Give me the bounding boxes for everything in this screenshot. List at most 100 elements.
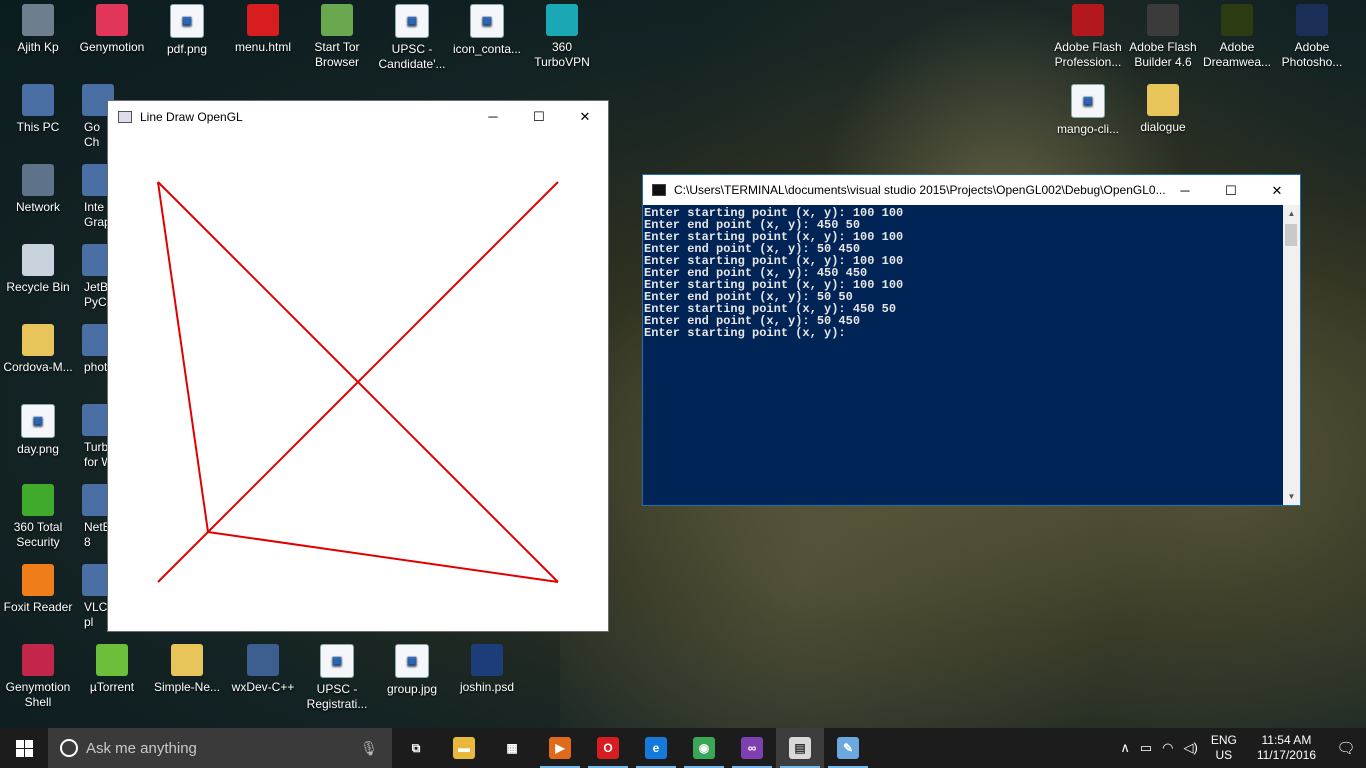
network-icon (22, 164, 54, 196)
opengl-titlebar[interactable]: Line Draw OpenGL ─ ☐ ✕ (108, 101, 608, 132)
desktop-icon[interactable]: Genymotion (74, 4, 150, 55)
taskbar: Ask me anything 🎙 ⧉ ▬ ▦ ▶ Oe ◉ ∞ ▤ ✎ ∧ ▭ ◠ ◁) EN… (0, 728, 1366, 768)
desktop-icon[interactable]: ▣ day.png (0, 404, 76, 457)
desktop-icon[interactable]: Start Tor Browser (299, 4, 375, 70)
desktop-icon[interactable]: menu.html (225, 4, 301, 55)
desktop-icon[interactable]: Simple-Ne... (149, 644, 225, 695)
clock[interactable]: 11:54 AM 11/17/2016 (1257, 733, 1316, 763)
lang-bottom: US (1215, 748, 1233, 762)
taskbar-app[interactable]: ▶ (536, 728, 584, 768)
desktop-icon-label: 360 TurboVPN (534, 40, 590, 69)
minimize-button[interactable]: ─ (470, 101, 516, 132)
desktop-icon[interactable]: ▣ icon_conta... (449, 4, 525, 57)
scroll-down-icon[interactable]: ▼ (1283, 488, 1300, 505)
taskbar-app[interactable]: O (584, 728, 632, 768)
desktop-icon-label: Recycle Bin (6, 280, 70, 294)
desktop-icon[interactable]: ▣ group.jpg (374, 644, 450, 697)
vpn-icon (546, 4, 578, 36)
close-button[interactable]: ✕ (562, 101, 608, 132)
opengl-window-title: Line Draw OpenGL (140, 109, 243, 124)
action-center-icon[interactable]: 🗨 (1326, 739, 1366, 757)
close-button[interactable]: ✕ (1254, 175, 1300, 206)
desktop-icon-label: UPSC - Candidate'... (378, 42, 446, 71)
store-icon: ▦ (501, 737, 523, 759)
console-output[interactable]: Enter starting point (x, y): 100 100 Ente… (643, 205, 1283, 505)
desktop-icon-label: UPSC - Registrati... (306, 682, 368, 711)
utorrent-icon (96, 644, 128, 676)
opera-icon: O (597, 737, 619, 759)
flash-builder-icon (1147, 4, 1179, 36)
pdf-file-icon: ▣ (320, 644, 354, 678)
microphone-icon[interactable]: 🎙 (360, 740, 378, 757)
minimize-button[interactable]: ─ (1162, 175, 1208, 206)
desktop-icon[interactable]: Cordova-M... (0, 324, 76, 375)
window-app-icon (118, 110, 132, 123)
file-explorer-icon: ▬ (453, 737, 475, 759)
console-scrollbar[interactable]: ▲ ▼ (1283, 205, 1300, 505)
desktop-icon[interactable]: dialogue (1125, 84, 1201, 135)
wifi-icon[interactable]: ◠ (1162, 740, 1173, 756)
desktop-icon-label: Genymotion Shell (5, 680, 71, 709)
opera-icon (247, 4, 279, 36)
desktop-icon-label: day.png (17, 442, 59, 456)
desktop-icon[interactable]: joshin.psd (449, 644, 525, 695)
folder-icon (171, 644, 203, 676)
start-button[interactable] (0, 728, 48, 768)
taskbar-app[interactable]: ▤ (776, 728, 824, 768)
user-folder-icon (22, 4, 54, 36)
scroll-thumb[interactable] (1285, 224, 1297, 246)
computer-icon (22, 84, 54, 116)
photoshop-file-icon (471, 644, 503, 676)
maximize-button[interactable]: ☐ (1208, 175, 1254, 206)
taskbar-app[interactable]: ◉ (680, 728, 728, 768)
desktop-icon[interactable]: 360 TurboVPN (524, 4, 600, 70)
desktop-icon[interactable]: ▣ UPSC - Candidate'... (374, 4, 450, 72)
scroll-up-icon[interactable]: ▲ (1283, 205, 1300, 222)
desktop-icon[interactable]: ▣ mango-cli... (1050, 84, 1126, 137)
photoshop-icon (1296, 4, 1328, 36)
desktop-icon[interactable]: wxDev-C++ (225, 644, 301, 695)
desktop-icon-label: µTorrent (89, 680, 135, 694)
console-titlebar[interactable]: C:\Users\TERMINAL\documents\visual studi… (643, 175, 1300, 205)
desktop-icon[interactable]: Adobe Photosho... (1274, 4, 1350, 70)
maximize-button[interactable]: ☐ (516, 101, 562, 132)
shield-plus-icon (22, 484, 54, 516)
search-placeholder: Ask me anything (86, 739, 197, 757)
desktop-icon[interactable]: Recycle Bin (0, 244, 76, 295)
volume-icon[interactable]: ◁) (1183, 740, 1197, 756)
cortana-search-box[interactable]: Ask me anything 🎙 (48, 728, 392, 768)
desktop-icon[interactable]: ▣ pdf.png (149, 4, 225, 57)
image-file-icon: ▣ (1071, 84, 1105, 118)
folder-icon (22, 324, 54, 356)
desktop-icon[interactable]: Adobe Flash Profession... (1050, 4, 1126, 70)
desktop-icon[interactable]: 360 Total Security (0, 484, 76, 550)
taskbar-app[interactable]: ▦ (488, 728, 536, 768)
desktop-icon-label: mango-cli... (1056, 122, 1120, 136)
visual-studio-icon: ∞ (741, 737, 763, 759)
desktop-icon[interactable]: Foxit Reader (0, 564, 76, 615)
desktop-icon-label: Simple-Ne... (153, 680, 221, 694)
taskbar-app[interactable]: e (632, 728, 680, 768)
desktop-icon[interactable]: ▣ UPSC - Registrati... (299, 644, 375, 712)
desktop-icon[interactable]: Adobe Flash Builder 4.6 (1125, 4, 1201, 70)
desktop-icon[interactable]: Ajith Kp (0, 4, 76, 55)
desktop-icon[interactable]: This PC (0, 84, 76, 135)
desktop-icon-label: group.jpg (386, 682, 438, 696)
taskbar-app[interactable]: ▬ (440, 728, 488, 768)
desktop-icon-label: This PC (16, 120, 60, 134)
desktop-icon[interactable]: Genymotion Shell (0, 644, 76, 710)
opengl-window[interactable]: Line Draw OpenGL ─ ☐ ✕ (107, 100, 609, 632)
taskbar-app[interactable]: ∞ (728, 728, 776, 768)
desktop-icon[interactable]: Adobe Dreamwea... (1199, 4, 1275, 70)
language-indicator[interactable]: ENG US (1211, 733, 1237, 763)
opengl-canvas[interactable] (108, 132, 608, 632)
show-hidden-icons-icon[interactable]: ∧ (1120, 740, 1130, 756)
taskbar-app[interactable]: ✎ (824, 728, 872, 768)
desktop-icon[interactable]: µTorrent (74, 644, 150, 695)
taskbar-apps: ⧉ ▬ ▦ ▶ Oe ◉ ∞ ▤ ✎ (392, 728, 872, 768)
battery-icon[interactable]: ▭ (1140, 740, 1152, 756)
folder-icon (1147, 84, 1179, 116)
taskbar-app[interactable]: ⧉ (392, 728, 440, 768)
desktop-icon[interactable]: Network (0, 164, 76, 215)
console-window[interactable]: C:\Users\TERMINAL\documents\visual studi… (642, 174, 1301, 506)
